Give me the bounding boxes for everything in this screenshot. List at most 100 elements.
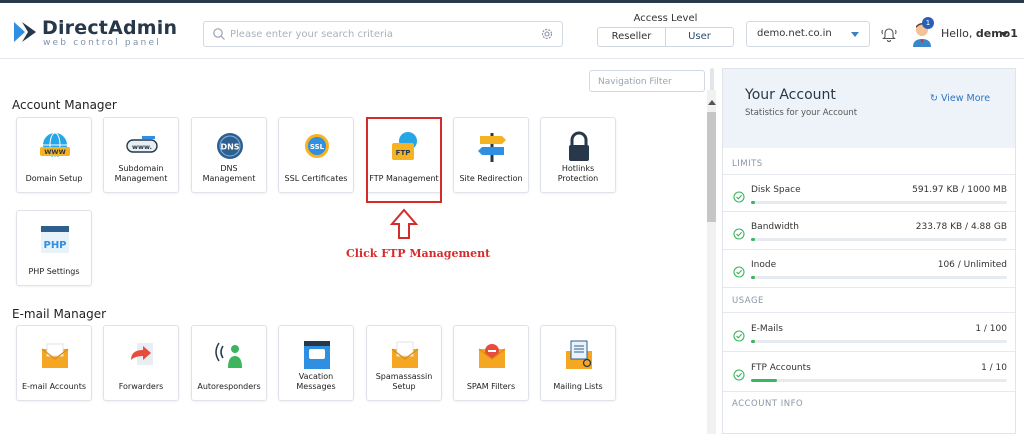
- tile-label: Hotlinks Protection: [557, 164, 599, 183]
- bell-icon[interactable]: [880, 25, 898, 43]
- stat-name: E-Mails: [751, 324, 783, 334]
- shield-check-icon: [733, 228, 745, 240]
- stat-inode: Inode 106 / Unlimited: [723, 254, 1015, 291]
- subdomain-www-icon: www.: [126, 136, 158, 153]
- directadmin-logo-icon: [14, 22, 36, 42]
- username: demo1: [975, 27, 1018, 40]
- shield-check-icon: [733, 266, 745, 278]
- tile-email-accounts[interactable]: E-mail Accounts: [16, 325, 92, 401]
- tile-autoresponders[interactable]: Autoresponders: [191, 325, 267, 401]
- mailing-list-icon: [566, 340, 592, 369]
- svg-text:SSL: SSL: [310, 143, 325, 151]
- progress-track: [751, 238, 1007, 241]
- tile-label: Mailing Lists: [553, 382, 603, 391]
- forward-arrow-icon: [131, 343, 153, 365]
- tile-spamassassin-setup[interactable]: Spamassassin Setup: [366, 325, 442, 401]
- tile-label: Site Redirection: [459, 174, 523, 183]
- tile-label: Domain Setup: [25, 174, 83, 183]
- tile-spam-filters[interactable]: SPAM Filters: [453, 325, 529, 401]
- divider: [723, 287, 1015, 288]
- tile-label: DNS Management: [202, 164, 256, 183]
- tile-vacation-messages[interactable]: Vacation Messages: [278, 325, 354, 401]
- padlock-icon: [569, 131, 589, 161]
- tile-label: PHP Settings: [28, 267, 80, 276]
- stat-value: 233.78 KB / 4.88 GB: [915, 222, 1007, 232]
- stat-bandwidth: Bandwidth 233.78 KB / 4.88 GB: [723, 216, 1015, 253]
- progress-fill: [751, 276, 755, 279]
- scrollbar-thumb[interactable]: [707, 112, 716, 222]
- tile-mailing-lists[interactable]: Mailing Lists: [540, 325, 616, 401]
- progress-track: [751, 201, 1007, 204]
- directadmin-logo[interactable]: DirectAdmin web control panel: [12, 17, 192, 49]
- account-manager-title: Account Manager: [12, 98, 117, 112]
- stat-name: Bandwidth: [751, 222, 799, 232]
- access-reseller-button[interactable]: Reseller: [598, 28, 665, 46]
- ftp-management-highlight-box: [366, 117, 442, 203]
- tile-ssl-certificates[interactable]: SSL SSL Certificates: [278, 117, 354, 193]
- tile-label: Subdomain Management: [114, 164, 168, 183]
- up-arrow-annotation-icon: [390, 208, 418, 239]
- search-icon: [213, 28, 225, 40]
- tile-php-settings[interactable]: PHP PHP Settings: [16, 210, 92, 286]
- progress-track: [751, 379, 1007, 382]
- account-info-label: ACCOUNT INFO: [732, 399, 804, 409]
- access-level-title: Access Level: [633, 13, 698, 24]
- stat-emails: E-Mails 1 / 100: [723, 318, 1015, 355]
- usage-label: USAGE: [732, 296, 764, 306]
- progress-fill: [751, 201, 755, 204]
- divider: [723, 211, 1015, 212]
- svg-text:PHP: PHP: [43, 240, 66, 251]
- spam-filter-icon: [478, 344, 506, 368]
- scroll-up-arrow-icon[interactable]: [708, 100, 716, 105]
- tile-label: Spamassassin Setup: [375, 372, 433, 391]
- svg-text:www.: www.: [132, 143, 152, 151]
- tile-dns-management[interactable]: DNS DNS Management: [191, 117, 267, 193]
- tile-forwarders[interactable]: Forwarders: [103, 325, 179, 401]
- view-more-link[interactable]: ↻ View More: [930, 93, 990, 104]
- tile-hotlinks-protection[interactable]: Hotlinks Protection: [540, 117, 616, 193]
- tile-site-redirection[interactable]: Site Redirection: [453, 117, 529, 193]
- tile-label: Vacation Messages: [296, 372, 336, 391]
- global-search[interactable]: [203, 21, 563, 47]
- navigation-filter[interactable]: [589, 70, 705, 92]
- stat-value: 1 / 10: [981, 363, 1007, 373]
- divider: [723, 249, 1015, 250]
- greeting-prefix: Hello,: [941, 27, 976, 40]
- panel-resize-handle[interactable]: [710, 68, 714, 92]
- tile-domain-setup[interactable]: WWW Domain Setup: [16, 117, 92, 193]
- stat-value: 106 / Unlimited: [937, 260, 1007, 270]
- shield-check-icon: [733, 330, 745, 342]
- brand-title: DirectAdmin: [42, 17, 178, 39]
- navigation-filter-input[interactable]: [598, 74, 698, 89]
- dns-icon: DNS: [217, 133, 243, 159]
- shield-check-icon: [733, 191, 745, 203]
- your-account-header: Your Account Statistics for your Account…: [723, 69, 1015, 148]
- access-user-button[interactable]: User: [665, 28, 733, 46]
- your-account-subtitle: Statistics for your Account: [745, 108, 858, 118]
- domain-select-value: demo.net.co.in: [757, 28, 832, 39]
- progress-fill: [751, 340, 755, 343]
- limits-label: LIMITS: [732, 159, 763, 169]
- vacation-message-icon: [304, 341, 330, 369]
- tile-label: Forwarders: [118, 382, 164, 391]
- tile-subdomain-management[interactable]: www. Subdomain Management: [103, 117, 179, 193]
- search-input[interactable]: [230, 25, 530, 43]
- spam-envelope-icon: [391, 341, 419, 368]
- shield-check-icon: [733, 369, 745, 381]
- divider: [723, 312, 1015, 313]
- view-more-label: View More: [940, 93, 991, 104]
- envelope-icon: [41, 343, 69, 368]
- svg-text:WWW: WWW: [44, 148, 66, 156]
- gear-icon[interactable]: [540, 27, 554, 41]
- refresh-icon: ↻: [930, 93, 941, 104]
- chevron-down-icon: [851, 32, 859, 37]
- top-header: DirectAdmin web control panel Access Lev…: [0, 3, 1024, 59]
- stat-name: Disk Space: [751, 185, 801, 195]
- access-level-toggle: Reseller User: [597, 27, 734, 47]
- domain-select[interactable]: demo.net.co.in: [746, 21, 870, 47]
- user-menu-chevron-icon[interactable]: [1000, 32, 1008, 37]
- stat-ftp-accounts: FTP Accounts 1 / 10: [723, 357, 1015, 394]
- stat-name: Inode: [751, 260, 777, 270]
- tile-label: Autoresponders: [197, 382, 261, 391]
- email-manager-title: E-mail Manager: [12, 307, 107, 321]
